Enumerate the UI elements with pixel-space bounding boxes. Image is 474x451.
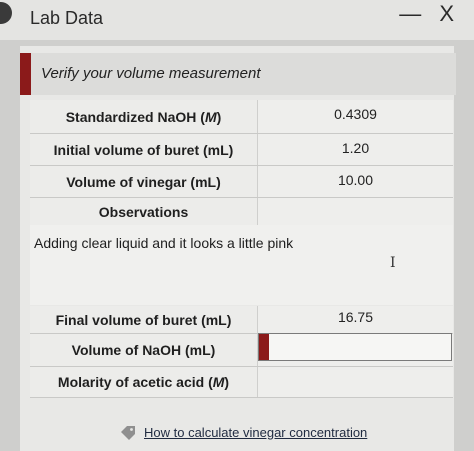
row-label: Volume of vinegar (mL): [30, 166, 258, 197]
row-value: 10.00: [337, 172, 374, 188]
tag-icon: [121, 426, 135, 440]
row-label: Initial volume of buret (mL): [30, 134, 258, 165]
observations-label: Observations: [30, 198, 258, 225]
text-cursor-icon: I: [390, 255, 396, 271]
acetic-molarity-field[interactable]: [258, 367, 453, 397]
banner-accent: [20, 53, 31, 95]
title-bar: Lab Data — X: [0, 0, 474, 40]
row-vinegar-volume: Volume of vinegar (mL) 10.00: [30, 166, 453, 198]
app-icon: [0, 2, 12, 24]
row-value: 0.4309: [334, 106, 377, 122]
row-value: 16.75: [337, 309, 374, 325]
verify-prompt: Verify your volume measurement: [41, 65, 261, 82]
observations-header: Observations: [30, 198, 453, 226]
help-link[interactable]: How to calculate vinegar concentration: [120, 424, 367, 440]
naoh-volume-input[interactable]: [258, 333, 452, 361]
verify-banner: Verify your volume measurement: [20, 53, 456, 95]
window-title: Lab Data: [30, 8, 104, 28]
row-label: Volume of NaOH (mL): [30, 334, 258, 366]
row-naoh-molarity: Standardized NaOH (M) 0.4309: [30, 100, 453, 134]
row-acetic-molarity: Molarity of acetic acid (M): [30, 367, 453, 398]
row-value: 1.20: [341, 140, 370, 156]
help-link-text[interactable]: How to calculate vinegar concentration: [144, 425, 367, 440]
row-label: Molarity of acetic acid (M): [30, 367, 258, 397]
row-label: Standardized NaOH (M): [30, 100, 258, 133]
row-label: Final volume of buret (mL): [30, 306, 258, 333]
input-accent: [259, 334, 269, 360]
window-controls[interactable]: — X: [399, 1, 460, 27]
observations-text: Adding clear liquid and it looks a littl…: [34, 235, 294, 251]
row-initial-volume: Initial volume of buret (mL) 1.20: [30, 134, 453, 166]
row-final-volume: Final volume of buret (mL) 16.75: [30, 306, 453, 334]
